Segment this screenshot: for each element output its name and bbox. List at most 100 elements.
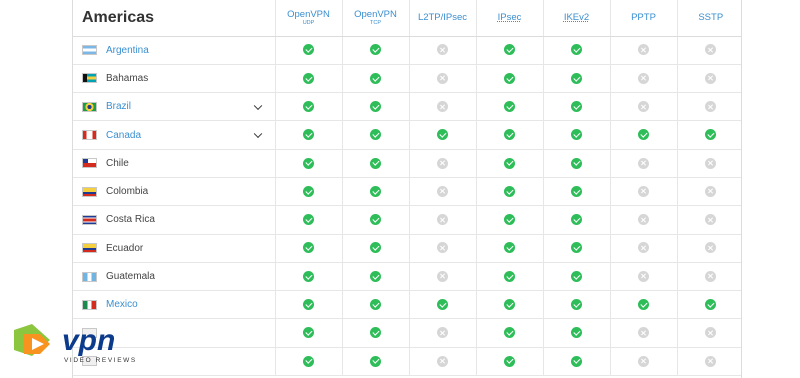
check-icon — [303, 355, 314, 367]
check-icon — [571, 327, 582, 339]
check-icon — [370, 327, 381, 339]
cross-icon — [705, 214, 717, 226]
country-name: Guatemala — [106, 271, 155, 283]
support-cell — [475, 120, 543, 150]
protocol-name[interactable]: IKEv2 — [544, 12, 610, 23]
support-cell — [475, 92, 543, 122]
protocol-header-3: IPsec — [475, 0, 543, 37]
support-cell — [609, 318, 677, 348]
support-cell — [475, 64, 543, 94]
country-name[interactable]: Mexico — [106, 299, 138, 310]
support-cell — [274, 234, 342, 263]
country-cell: Costa Rica — [73, 205, 275, 235]
chevron-down-icon[interactable] — [253, 101, 262, 110]
check-icon — [504, 270, 515, 282]
support-cell — [408, 177, 476, 207]
country-name[interactable]: Canada — [106, 130, 141, 141]
country-cell: Chile — [73, 149, 275, 178]
cross-icon — [437, 101, 448, 112]
flag-icon — [82, 214, 97, 225]
cross-icon — [638, 242, 649, 254]
cross-icon — [437, 214, 448, 226]
check-icon — [504, 157, 515, 169]
support-cell — [542, 92, 610, 122]
check-icon — [571, 242, 582, 254]
support-cell — [475, 262, 543, 292]
support-cell — [341, 149, 409, 178]
flag-icon — [82, 73, 97, 84]
support-cell — [408, 234, 476, 263]
flag-icon — [82, 101, 97, 112]
check-icon — [370, 101, 381, 112]
check-icon — [370, 242, 381, 254]
country-name: Colombia — [106, 186, 149, 198]
support-cell — [274, 262, 342, 292]
check-icon — [370, 44, 381, 56]
table-header-row: Americas OpenVPN UDP OpenVPN TCP L2TP/IPsec I… — [73, 0, 741, 37]
support-cell — [676, 92, 741, 122]
cross-icon — [638, 44, 649, 56]
support-cell — [676, 120, 741, 150]
support-cell — [408, 120, 476, 150]
check-icon — [571, 270, 582, 282]
table-row — [73, 318, 741, 348]
support-cell — [542, 64, 610, 94]
support-cell — [341, 347, 409, 377]
support-cell — [676, 205, 741, 235]
cross-icon — [437, 270, 448, 282]
support-cell — [676, 177, 741, 207]
table-row[interactable]: Canada — [73, 120, 741, 150]
server-protocol-table: Americas OpenVPN UDP OpenVPN TCP L2TP/IPsec I… — [72, 0, 742, 378]
support-cell — [542, 149, 610, 178]
check-icon — [504, 355, 515, 367]
check-icon — [303, 242, 314, 254]
vpn-video-reviews-logo: vpn VIDEO REVIEWS — [14, 324, 137, 364]
support-cell — [341, 120, 409, 150]
check-icon — [303, 299, 314, 311]
table-row — [73, 347, 741, 377]
country-name[interactable]: Brazil — [106, 101, 131, 112]
support-cell — [475, 205, 543, 235]
table-row: Guatemala — [73, 262, 741, 292]
table-row[interactable]: Brazil — [73, 92, 741, 122]
flag-icon — [82, 186, 97, 197]
support-cell — [274, 149, 342, 178]
cross-icon — [705, 242, 717, 254]
support-cell — [542, 120, 610, 150]
check-icon — [571, 185, 582, 197]
check-icon — [303, 270, 314, 282]
check-icon — [303, 327, 314, 339]
cross-icon — [437, 185, 448, 197]
protocol-header-2: L2TP/IPsec — [408, 0, 476, 37]
check-icon — [504, 44, 515, 56]
support-cell — [408, 92, 476, 122]
support-cell — [676, 149, 741, 178]
support-cell — [676, 36, 741, 65]
check-icon — [370, 270, 381, 282]
country-name[interactable]: Argentina — [106, 45, 149, 56]
support-cell — [341, 64, 409, 94]
check-icon — [504, 214, 515, 226]
check-icon — [571, 214, 582, 226]
support-cell — [542, 234, 610, 263]
support-cell — [609, 177, 677, 207]
region-header: Americas — [73, 0, 275, 37]
support-cell — [475, 149, 543, 178]
check-icon — [504, 327, 515, 339]
cross-icon — [437, 355, 448, 367]
support-cell — [408, 262, 476, 292]
cross-icon — [638, 185, 649, 197]
protocol-name[interactable]: IPsec — [477, 12, 543, 23]
cross-icon — [437, 242, 448, 254]
table-body: Argentina Bahamas Brazil Canada Chile Colombi… — [73, 36, 741, 377]
check-icon — [303, 44, 314, 56]
table-row: Chile — [73, 149, 741, 178]
support-cell — [542, 177, 610, 207]
support-cell — [408, 347, 476, 377]
support-cell — [408, 149, 476, 178]
svg-text:VIDEO REVIEWS: VIDEO REVIEWS — [64, 357, 137, 364]
support-cell — [274, 64, 342, 94]
chevron-down-icon[interactable] — [253, 129, 262, 139]
flag-icon — [82, 299, 97, 310]
svg-text:vpn: vpn — [62, 324, 115, 357]
